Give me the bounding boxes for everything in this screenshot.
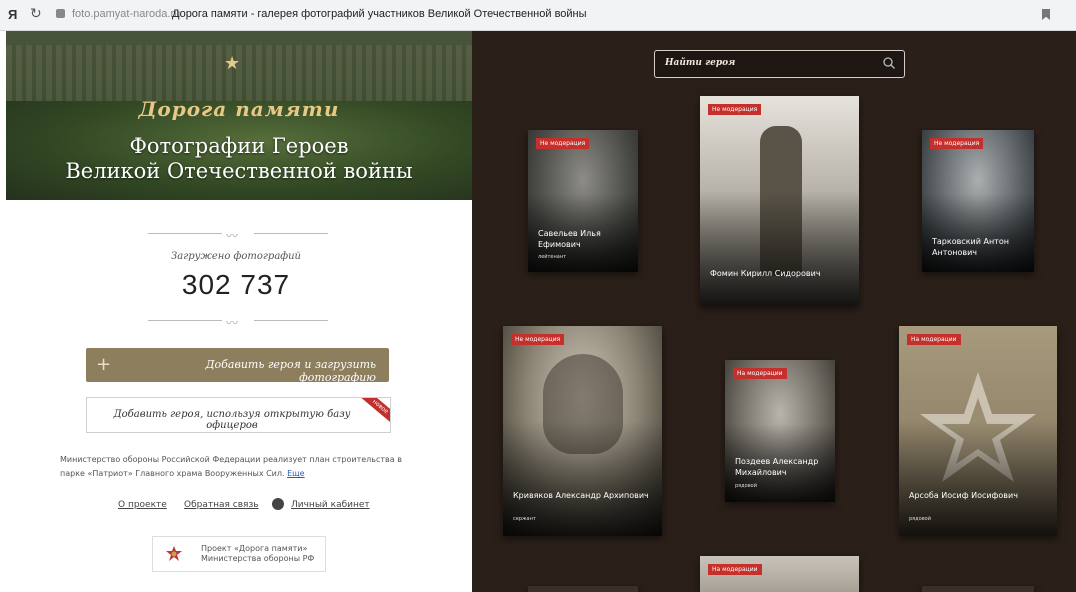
hero-title: Фотографии Героев Великой Отечественной … [65,134,413,183]
about-link[interactable]: О проекте [118,500,167,510]
hero-rank: лейтенант [538,254,567,260]
hero-card[interactable]: Не модерация Кривяков Александр Архипови… [503,326,662,536]
hero-rank: рядовой [735,483,757,489]
hero-card[interactable]: Не модерация Фомин Кирилл Сидорович [700,96,859,306]
hero-name: Кривяков Александр Архипович [513,491,649,500]
hero-rank: сержант [513,516,536,522]
hero-name: Савельев Илья Ефимович [538,229,601,249]
hero-card[interactable]: На модерации Поздеев Александр Михайлови… [725,360,835,502]
photos-count: 302 737 [181,269,291,300]
more-link[interactable]: Еще [287,469,305,478]
gallery-panel: Найти героя Не модерация Савельев Илья Е… [472,31,1076,592]
reload-icon[interactable]: ↻ [30,6,42,22]
hero-card[interactable] [922,586,1034,592]
hero-rank: рядовой [909,516,931,522]
user-icon[interactable] [272,498,284,510]
hero-name: Тарковский Антон Антонович [932,237,1009,257]
ornament-divider-bottom: 〰 [148,314,328,330]
plus-icon: + [96,354,112,375]
ministry-badge[interactable]: Проект «Дорога памяти» Министерства обор… [152,536,326,572]
hero-banner: ★ Дорога памяти Фотографии Героев Велико… [6,31,472,200]
hero-name: Арсоба Иосиф Иосифович [909,491,1018,500]
hero-card[interactable]: На модерации [700,556,859,592]
project-description: Министерство обороны Российской Федераци… [60,455,402,478]
hero-name: Фомин Кирилл Сидорович [710,269,821,278]
moderation-badge: На модерации [907,334,961,345]
site-logo[interactable]: Дорога памяти [6,97,472,121]
browser-toolbar: Я ↻ foto.pamyat-naroda.ru Дорога памяти … [0,0,1076,31]
yandex-logo-icon[interactable]: Я [8,7,17,22]
hero-name: Поздеев Александр Михайлович [735,457,819,477]
hero-card[interactable]: Не модерация Савельев Илья Ефимович лейт… [528,130,638,272]
dove-star-icon: ★ [224,53,241,74]
photos-count-label: Загружено фотографий [171,251,301,262]
search-icon[interactable] [882,56,896,70]
ornament-divider-top: 〰 [148,227,328,243]
moderation-badge: На модерации [733,368,787,379]
bookmark-icon[interactable] [1042,9,1050,20]
moderation-badge: Не модерация [930,138,984,149]
hero-card[interactable] [528,586,638,592]
cabinet-link[interactable]: Личный кабинет [291,500,370,510]
add-hero-button[interactable]: + Добавить героя и загрузить фотографию [86,348,389,384]
moderation-badge: Не модерация [511,334,565,345]
search-input[interactable]: Найти героя [665,58,735,68]
moderation-badge: На модерации [708,564,762,575]
page-title: Дорога памяти - галерея фотографий участ… [172,8,587,20]
lock-icon [56,9,65,18]
left-panel: ★ Дорога памяти Фотографии Героев Велико… [0,31,472,592]
moderation-badge: Не модерация [536,138,590,149]
search-box[interactable]: Найти героя [654,50,905,78]
hero-card[interactable]: Не модерация Тарковский Антон Антонович [922,130,1034,272]
ministry-emblem-icon [166,546,182,561]
add-hero-officers-button[interactable]: Добавить героя, используя открытую базу … [86,397,391,433]
address-url[interactable]: foto.pamyat-naroda.ru [72,8,180,20]
moderation-badge: Не модерация [708,104,762,115]
hero-card[interactable]: На модерации Арсоба Иосиф Иосифович рядо… [899,326,1057,536]
feedback-link[interactable]: Обратная связь [184,500,259,510]
